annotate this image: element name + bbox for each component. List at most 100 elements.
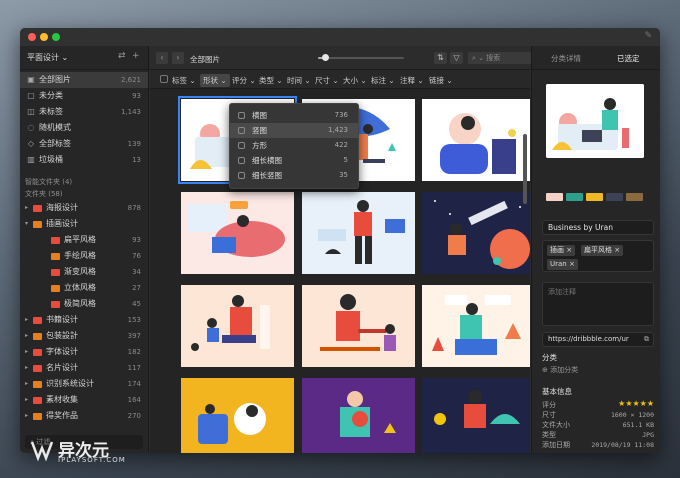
tab-selected[interactable]: 已选定: [617, 53, 640, 64]
folder-item[interactable]: ▸ 得奖作品 270: [20, 408, 148, 424]
shape-option[interactable]: 竖图 1,423: [230, 123, 358, 138]
remove-tag-icon[interactable]: ×: [614, 246, 620, 254]
remove-tag-icon[interactable]: ×: [569, 260, 575, 268]
color-swatch[interactable]: [586, 193, 603, 201]
title-field[interactable]: Business by Uran: [542, 220, 654, 235]
folder-item[interactable]: ▸ 素材收集 164: [20, 392, 148, 408]
folder-label: 海报设计: [46, 203, 78, 212]
folder-count: 34: [132, 268, 141, 276]
color-swatch[interactable]: [606, 193, 623, 201]
image-card[interactable]: [181, 192, 294, 274]
forward-button[interactable]: ›: [172, 52, 184, 64]
url-field[interactable]: https://dribbble.com/ur ⧉: [542, 332, 654, 347]
option-checkbox[interactable]: [238, 172, 245, 179]
sort-icon[interactable]: ⇅: [434, 52, 447, 64]
sidebar-item[interactable]: ◌ 随机模式: [20, 120, 148, 136]
sidebar-item[interactable]: ◇ 全部标签 139: [20, 136, 148, 152]
filter-9[interactable]: 链接 ⌄: [429, 75, 453, 86]
chevron-right-icon[interactable]: ▸: [25, 344, 28, 360]
close-button[interactable]: [28, 33, 36, 41]
add-icon[interactable]: +: [132, 51, 140, 61]
shape-option[interactable]: 横图 736: [230, 108, 358, 123]
pin-icon[interactable]: ✎: [644, 31, 652, 41]
folder-item[interactable]: ▸ 海报设计 878: [20, 200, 148, 216]
smart-folders-header[interactable]: 智能文件夹 (4): [20, 176, 148, 188]
folder-item[interactable]: ▸ 包装設計 397: [20, 328, 148, 344]
chevron-right-icon[interactable]: ▸: [25, 360, 28, 376]
filter-1[interactable]: 形状 ⌄: [200, 74, 230, 87]
option-checkbox[interactable]: [238, 127, 245, 134]
image-card[interactable]: [181, 378, 294, 453]
option-checkbox[interactable]: [238, 157, 245, 164]
grid-scrollbar[interactable]: [523, 134, 527, 204]
filter-icon[interactable]: ▽: [450, 52, 463, 64]
color-swatch[interactable]: [626, 193, 643, 201]
image-card[interactable]: [422, 192, 530, 274]
folder-item[interactable]: 极简风格 45: [20, 296, 148, 312]
tag-chip[interactable]: 扁平风格 ×: [581, 245, 624, 256]
notes-field[interactable]: 添加注释: [542, 282, 654, 326]
image-card[interactable]: [302, 285, 415, 367]
chevron-right-icon[interactable]: ▸: [25, 200, 28, 216]
open-link-icon[interactable]: ⧉: [644, 333, 649, 346]
folder-item[interactable]: 扁平风格 93: [20, 232, 148, 248]
filter-5[interactable]: 尺寸 ⌄: [315, 75, 339, 86]
sidebar-item[interactable]: ▢ 未分类 93: [20, 88, 148, 104]
image-card[interactable]: [181, 285, 294, 367]
chevron-right-icon[interactable]: ▸: [25, 312, 28, 328]
tab-category-details[interactable]: 分类详情: [551, 53, 581, 64]
sidebar-item[interactable]: ▥ 垃圾桶 13: [20, 152, 148, 168]
chevron-right-icon[interactable]: ▸: [25, 408, 28, 424]
image-card[interactable]: [422, 99, 530, 181]
filter-2[interactable]: 评分 ⌄: [232, 75, 256, 86]
zoom-slider[interactable]: [318, 54, 404, 61]
rating-stars[interactable]: ★★★★★: [618, 399, 654, 409]
chevron-down-icon[interactable]: ▾: [25, 216, 28, 232]
tag-chip[interactable]: 插画 ×: [547, 245, 576, 256]
tags-field[interactable]: 插画 × 扁平风格 × Uran ×: [542, 240, 654, 272]
color-swatch[interactable]: [546, 193, 563, 201]
folder-item[interactable]: ▾ 插画设计: [20, 216, 148, 232]
image-card[interactable]: [422, 378, 530, 453]
folder-item[interactable]: 渐变风格 34: [20, 264, 148, 280]
preview-image[interactable]: [546, 84, 644, 158]
chevron-right-icon[interactable]: ▸: [25, 392, 28, 408]
shape-option[interactable]: 方形 422: [230, 138, 358, 153]
folder-item[interactable]: ▸ 书籍设计 153: [20, 312, 148, 328]
image-card[interactable]: [422, 285, 530, 367]
option-checkbox[interactable]: [238, 142, 245, 149]
shape-option[interactable]: 细长竖图 35: [230, 168, 358, 183]
library-switcher[interactable]: 平面设计 ⌄: [27, 52, 68, 63]
filter-0[interactable]: 标签 ⌄: [172, 75, 196, 86]
chevron-right-icon[interactable]: ▸: [25, 328, 28, 344]
image-card[interactable]: [302, 192, 415, 274]
folder-icon: [33, 349, 42, 356]
minimize-button[interactable]: [40, 33, 48, 41]
zoom-slider-knob[interactable]: [321, 54, 329, 61]
folder-item[interactable]: 立体风格 27: [20, 280, 148, 296]
sidebar-item[interactable]: ◫ 未标签 1,143: [20, 104, 148, 120]
zoom-button[interactable]: [52, 33, 60, 41]
folder-item[interactable]: ▸ 字体设计 182: [20, 344, 148, 360]
filter-3[interactable]: 类型 ⌄: [259, 75, 283, 86]
folder-item[interactable]: 手绘风格 76: [20, 248, 148, 264]
folders-header[interactable]: 文件夹 (58): [20, 188, 148, 200]
filter-4[interactable]: 时间 ⌄: [287, 75, 311, 86]
sidebar-item[interactable]: ▣ 全部图片 2,621: [20, 72, 148, 88]
color-swatch[interactable]: [566, 193, 583, 201]
tag-chip[interactable]: Uran ×: [547, 259, 578, 270]
filter-6[interactable]: 大小 ⌄: [343, 75, 367, 86]
filter-7[interactable]: 标注 ⌄: [371, 75, 395, 86]
add-category-button[interactable]: ⊕ 添加分类: [542, 365, 578, 375]
shape-option[interactable]: 细长横图 5: [230, 153, 358, 168]
folder-item[interactable]: ▸ 识别系统设计 174: [20, 376, 148, 392]
folder-item[interactable]: ▸ 名片设计 117: [20, 360, 148, 376]
option-checkbox[interactable]: [238, 112, 245, 119]
remove-tag-icon[interactable]: ×: [566, 246, 572, 254]
back-button[interactable]: ‹: [156, 52, 168, 64]
filter-8[interactable]: 注释 ⌄: [400, 75, 424, 86]
select-all-checkbox[interactable]: [160, 75, 168, 83]
swap-icon[interactable]: ⇄: [118, 51, 126, 61]
image-card[interactable]: [302, 378, 415, 453]
chevron-right-icon[interactable]: ▸: [25, 376, 28, 392]
